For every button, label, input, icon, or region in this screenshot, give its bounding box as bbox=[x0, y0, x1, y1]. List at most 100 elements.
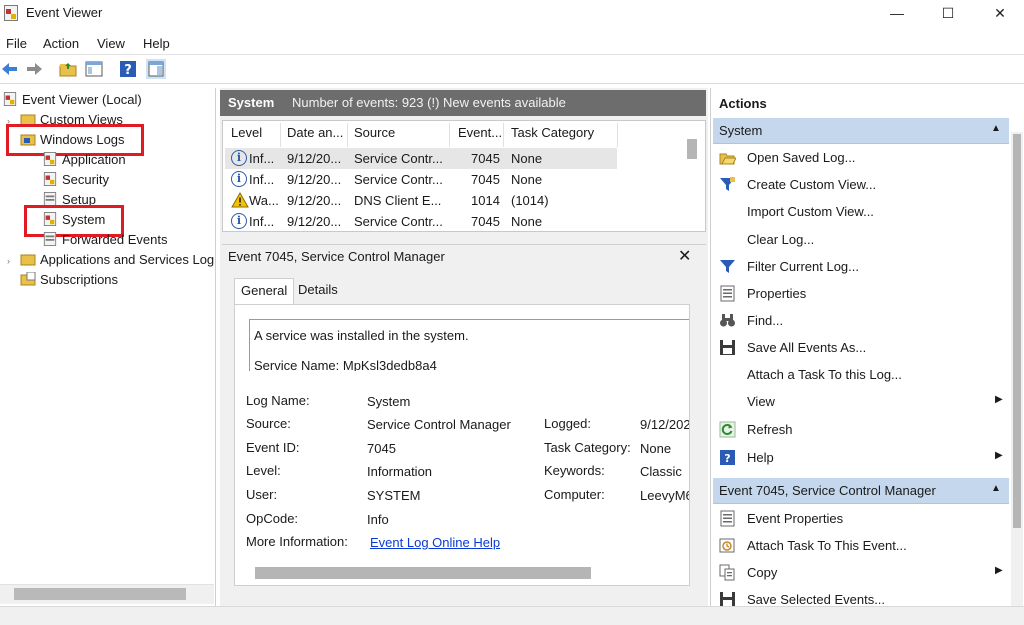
title-bar: Event Viewer — ☐ ✕ bbox=[0, 0, 1024, 30]
event-general-panel: A service was installed in the system. S… bbox=[234, 304, 690, 586]
action-label: View bbox=[747, 394, 775, 409]
collapse-caret-icon[interactable]: ▲ bbox=[991, 483, 1001, 494]
action-label: Attach a Task To this Log... bbox=[747, 367, 902, 382]
show-hide-console-tree-icon[interactable] bbox=[84, 59, 104, 79]
cell-source: Service Contr... bbox=[354, 214, 443, 229]
actions-section-system[interactable]: System ▲ bbox=[713, 118, 1009, 144]
tree-horizontal-scrollbar[interactable] bbox=[14, 588, 186, 600]
column-header-level[interactable]: Level bbox=[231, 125, 262, 140]
field-value-opcode: Info bbox=[367, 512, 389, 527]
action-create-custom-view[interactable]: Create Custom View... bbox=[717, 173, 1007, 197]
log-icon bbox=[43, 192, 57, 206]
save-icon bbox=[720, 340, 735, 355]
tab-details[interactable]: Details bbox=[292, 278, 344, 304]
field-label-log-name: Log Name: bbox=[246, 393, 310, 408]
field-label-logged: Logged: bbox=[544, 416, 591, 431]
column-header-event-id[interactable]: Event... bbox=[458, 125, 502, 140]
tree-label-security: Security bbox=[62, 172, 109, 187]
action-help[interactable]: ? Help ▶ bbox=[717, 446, 1007, 470]
actions-vertical-scrollbar[interactable] bbox=[1013, 134, 1021, 528]
action-view[interactable]: View ▶ bbox=[717, 390, 1007, 414]
action-label: Copy bbox=[747, 565, 778, 580]
action-import-custom-view[interactable]: Import Custom View... bbox=[717, 200, 1007, 224]
cell-source: DNS Client E... bbox=[354, 193, 442, 208]
action-refresh[interactable]: Refresh bbox=[717, 418, 1007, 442]
column-header-task-category[interactable]: Task Category bbox=[511, 125, 594, 140]
expand-chevron-icon[interactable]: › bbox=[7, 256, 10, 266]
column-header-date[interactable]: Date an... bbox=[287, 125, 343, 140]
column-separator bbox=[449, 123, 450, 147]
folder-up-icon[interactable] bbox=[58, 59, 78, 79]
action-event-properties[interactable]: Event Properties bbox=[717, 507, 1007, 531]
field-label-more-information: More Information: bbox=[246, 534, 348, 549]
action-pane-icon[interactable] bbox=[146, 59, 166, 79]
cell-date: 9/12/20... bbox=[287, 193, 342, 208]
column-header-source[interactable]: Source bbox=[354, 125, 395, 140]
action-save-all-events-as[interactable]: Save All Events As... bbox=[717, 336, 1007, 360]
close-button[interactable]: ✕ bbox=[975, 0, 1024, 26]
action-open-saved-log[interactable]: Open Saved Log... bbox=[717, 146, 1007, 170]
action-filter-current-log[interactable]: Filter Current Log... bbox=[717, 255, 1007, 279]
cell-category: None bbox=[511, 172, 543, 187]
action-clear-log[interactable]: Clear Log... bbox=[717, 228, 1007, 252]
field-label-event-id: Event ID: bbox=[246, 440, 300, 455]
actions-title: Actions bbox=[719, 96, 767, 111]
log-header-info: Number of events: 923 (!) New events ava… bbox=[292, 95, 566, 110]
event-log-online-help-link[interactable]: Event Log Online Help bbox=[370, 535, 500, 550]
tab-general[interactable]: General bbox=[234, 278, 295, 306]
actions-section-event[interactable]: Event 7045, Service Control Manager ▲ bbox=[713, 478, 1009, 504]
properties-icon bbox=[720, 285, 735, 302]
event-detail-header: Event 7045, Service Control Manager ✕ bbox=[222, 244, 706, 268]
collapse-caret-icon[interactable]: ▲ bbox=[991, 123, 1001, 134]
status-bar bbox=[0, 606, 1024, 625]
action-label: Clear Log... bbox=[747, 232, 815, 247]
detail-horizontal-scrollbar[interactable] bbox=[255, 567, 591, 579]
tree-label-root: Event Viewer (Local) bbox=[22, 92, 142, 107]
tree-item-apps-services[interactable]: Applications and Services Log bbox=[20, 252, 214, 272]
table-row[interactable]: i Inf... 9/12/20... Service Contr... 704… bbox=[225, 169, 617, 190]
back-icon[interactable] bbox=[0, 59, 20, 79]
event-description[interactable]: A service was installed in the system. S… bbox=[249, 319, 689, 371]
field-value-computer: LeevyM6 bbox=[640, 488, 690, 503]
field-value-level: Information bbox=[367, 464, 433, 479]
tree-item-application[interactable]: Application bbox=[42, 152, 126, 172]
tree-label-forwarded-events: Forwarded Events bbox=[62, 232, 168, 247]
table-row[interactable]: Wa... 9/12/20... DNS Client E... 1014 (1… bbox=[225, 190, 617, 211]
field-label-keywords: Keywords: bbox=[544, 463, 605, 478]
action-attach-task-to-event[interactable]: Attach Task To This Event... bbox=[717, 534, 1007, 558]
tree-item-forwarded-events[interactable]: Forwarded Events bbox=[42, 232, 168, 252]
action-properties[interactable]: Properties bbox=[717, 282, 1007, 306]
table-row[interactable]: i Inf... 9/12/20... Service Contr... 704… bbox=[225, 211, 617, 232]
help-icon[interactable]: ? bbox=[118, 59, 138, 79]
tree-item-security[interactable]: Security bbox=[42, 172, 109, 192]
forward-icon[interactable] bbox=[24, 59, 44, 79]
table-row[interactable]: i Inf... 9/12/20... Service Contr... 704… bbox=[225, 148, 617, 169]
tree-item-subscriptions[interactable]: Subscriptions bbox=[20, 272, 118, 292]
action-label: Event Properties bbox=[747, 511, 844, 526]
action-label: Help bbox=[747, 450, 774, 465]
field-label-opcode: OpCode: bbox=[246, 511, 299, 526]
events-vertical-scrollbar[interactable] bbox=[687, 139, 697, 159]
actions-section-label: System bbox=[719, 123, 763, 138]
detail-close-icon[interactable]: ✕ bbox=[678, 246, 691, 266]
action-label: Attach Task To This Event... bbox=[747, 538, 907, 553]
minimize-button[interactable]: — bbox=[872, 0, 922, 26]
submenu-arrow-icon: ▶ bbox=[995, 394, 1003, 405]
maximize-button[interactable]: ☐ bbox=[923, 0, 973, 26]
action-label: Refresh bbox=[747, 422, 793, 437]
cell-level: Inf... bbox=[249, 151, 275, 166]
action-attach-task-to-log[interactable]: Attach a Task To this Log... bbox=[717, 363, 1007, 387]
menu-file[interactable]: File bbox=[6, 36, 27, 51]
menu-view[interactable]: View bbox=[97, 36, 125, 51]
event-viewer-app-icon bbox=[4, 5, 18, 21]
tree-item-root[interactable]: Event Viewer (Local) bbox=[2, 92, 142, 112]
action-find[interactable]: Find... bbox=[717, 309, 1007, 333]
submenu-arrow-icon: ▶ bbox=[995, 565, 1003, 576]
log-icon bbox=[43, 232, 57, 246]
menu-action[interactable]: Action bbox=[43, 36, 79, 51]
filter-icon bbox=[720, 177, 735, 191]
action-copy[interactable]: Copy ▶ bbox=[717, 561, 1007, 585]
tree-label-application: Application bbox=[62, 152, 126, 167]
subscriptions-icon bbox=[20, 272, 36, 286]
menu-help[interactable]: Help bbox=[143, 36, 170, 51]
